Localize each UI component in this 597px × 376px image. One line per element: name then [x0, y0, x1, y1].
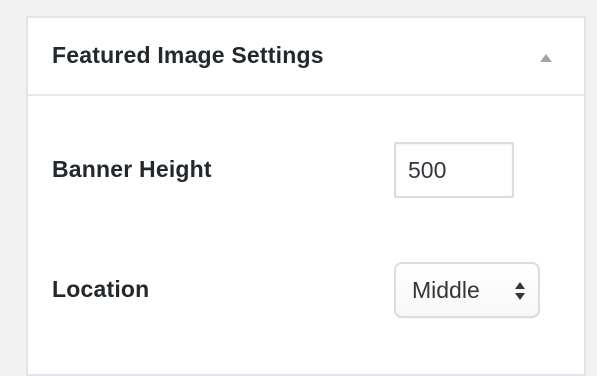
featured-image-settings-panel: Featured Image Settings Banner Height Lo… [26, 16, 586, 376]
banner-height-input[interactable] [394, 142, 514, 198]
panel-header[interactable]: Featured Image Settings [28, 18, 584, 96]
location-label: Location [52, 276, 150, 302]
triangle-up-icon[interactable] [536, 48, 556, 68]
location-select[interactable]: Middle [394, 262, 540, 318]
panel-title: Featured Image Settings [52, 42, 324, 68]
select-arrows-icon [514, 280, 526, 302]
location-select-value: Middle [412, 277, 480, 303]
banner-height-label: Banner Height [52, 156, 212, 182]
